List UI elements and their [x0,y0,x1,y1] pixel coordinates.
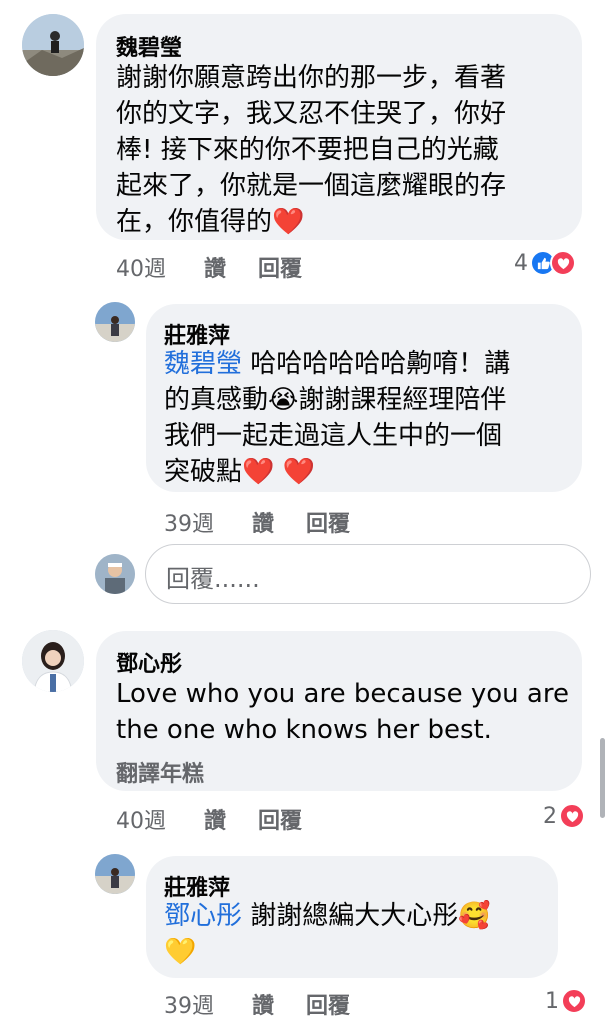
reply-time[interactable]: 39週 [164,988,214,1020]
comment-line: 在，你值得的❤️ [116,207,305,237]
love-reaction-icon [550,250,576,276]
like-button[interactable]: 讚 [252,506,274,538]
love-reaction-icon [561,988,587,1014]
reply-text: 魏碧瑩 哈哈哈哈哈哈齁唷！講 的真感動😭謝謝課程經理陪伴 我們一起走過這人生中的… [164,346,574,490]
reply-button[interactable]: 回覆 [306,506,350,538]
like-button[interactable]: 讚 [252,988,274,1020]
reply-input[interactable]: 回覆...... [145,544,591,604]
reply-button[interactable]: 回覆 [258,803,302,835]
comment-line: Love who you are because you are [116,679,569,709]
reply-text: 鄧心彤 謝謝總編大大心彤🥰 💛 [164,898,554,970]
comment-time[interactable]: 40週 [116,251,166,283]
comment-time[interactable]: 40週 [116,803,166,835]
scrollbar[interactable] [600,738,605,818]
reaction-count: 4 [514,250,528,276]
reaction-count: 1 [545,988,559,1014]
reply-placeholder: 回覆...... [166,565,260,593]
reply-line: 我們一起走過這人生中的一個 [164,421,503,451]
avatar-wei[interactable] [22,14,84,76]
reactions[interactable]: 2 [543,801,585,831]
comment-line: 謝謝你願意跨出你的那一步，看著 [116,63,507,93]
reply-line: 💛 [164,937,197,967]
comment-text: 謝謝你願意跨出你的那一步，看著 你的文字，我又忍不住哭了，你好 棒! 接下來的你… [116,60,576,240]
comment-line: the one who knows her best. [116,715,492,745]
comment-line: 棒! 接下來的你不要把自己的光藏 [116,135,499,165]
reactions[interactable]: 1 [545,986,587,1016]
reply-time[interactable]: 39週 [164,506,214,538]
reactions[interactable]: 4 [514,248,576,278]
reply-line: 魏碧瑩 哈哈哈哈哈哈齁唷！講 [164,349,511,379]
comment-text: Love who you are because you are the one… [116,676,576,748]
comment-author[interactable]: 魏碧瑩 [116,30,182,62]
reaction-count: 2 [543,803,557,829]
reply-button[interactable]: 回覆 [258,251,302,283]
reply-button[interactable]: 回覆 [306,988,350,1020]
current-user-avatar [95,554,135,594]
avatar-zhuang[interactable] [95,854,135,894]
comment-author[interactable]: 鄧心彤 [116,646,182,678]
reply-line: 的真感動😭謝謝課程經理陪伴 [164,385,507,415]
love-reaction-icon [559,803,585,829]
mention-link[interactable]: 鄧心彤 [164,901,242,931]
translate-link[interactable]: 翻譯年糕 [116,756,204,788]
comment-line: 起來了，你就是一個這麼耀眼的存 [116,171,507,201]
avatar-deng[interactable] [22,630,84,692]
avatar-zhuang[interactable] [95,302,135,342]
reply-line: 突破點❤️ ❤️ [164,457,316,487]
comment-line: 你的文字，我又忍不住哭了，你好 [116,99,507,129]
mention-link[interactable]: 魏碧瑩 [164,349,242,379]
reply-line: 鄧心彤 謝謝總編大大心彤🥰 [164,901,491,931]
like-button[interactable]: 讚 [204,803,226,835]
like-button[interactable]: 讚 [204,251,226,283]
